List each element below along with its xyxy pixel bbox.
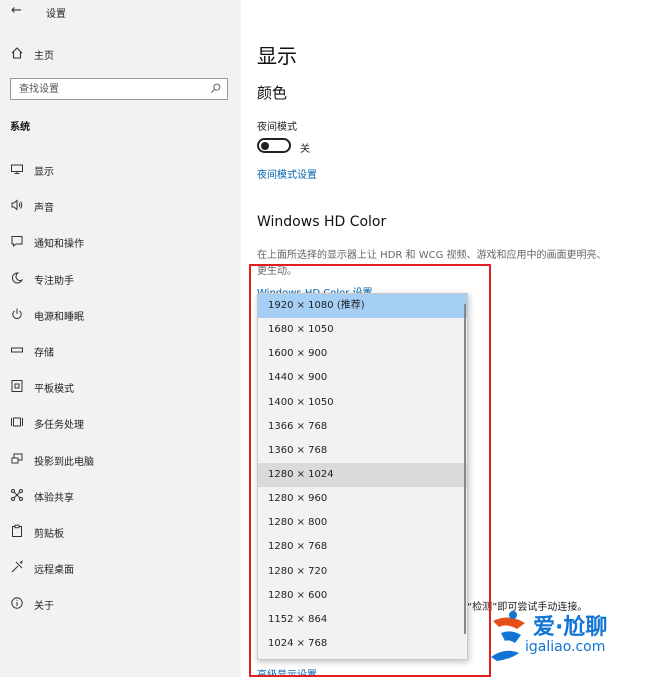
sidebar-item-label: 多任务处理 — [34, 420, 84, 432]
sidebar-item-home[interactable]: 主页 — [0, 42, 241, 64]
resolution-option[interactable]: 1280 × 800 — [258, 511, 467, 535]
sidebar-item-focus-assist[interactable]: 专注助手 — [0, 265, 241, 301]
sidebar-item-about[interactable]: 关于 — [0, 590, 241, 626]
notification-icon — [11, 236, 23, 248]
storage-icon — [11, 347, 23, 353]
moon-icon — [11, 272, 24, 284]
sidebar-item-project[interactable]: 投影到此电脑 — [0, 446, 241, 482]
sidebar: ← 设置 主页 系统 显示 声音 通知和操作 专注助手 — [0, 0, 241, 677]
resolution-option[interactable]: 1680 × 1050 — [258, 318, 467, 342]
night-mode-label: 夜间模式 — [257, 122, 297, 133]
watermark-domain: igaliao.com — [525, 639, 606, 655]
sidebar-item-label: 通知和操作 — [34, 239, 84, 251]
sidebar-item-label: 关于 — [34, 601, 54, 613]
advanced-display-settings-link[interactable]: 高级显示设置 — [257, 666, 317, 677]
color-heading: 颜色 — [257, 84, 288, 102]
back-arrow-icon[interactable]: ← — [11, 3, 22, 18]
dropdown-scrollbar[interactable] — [464, 304, 466, 634]
sidebar-item-shared-experiences[interactable]: 体验共享 — [0, 482, 241, 518]
watermark: 爱·尬聊 igaliao.com — [487, 607, 637, 669]
sidebar-item-label: 声音 — [34, 203, 54, 215]
night-mode-settings-link[interactable]: 夜间模式设置 — [257, 166, 317, 181]
sidebar-item-notifications[interactable]: 通知和操作 — [0, 228, 241, 264]
sidebar-nav: 显示 声音 通知和操作 专注助手 电源和睡眠 存储 平板模式 多任务处理 投影到… — [0, 156, 241, 626]
resolution-option[interactable]: 1920 × 1080 (推荐) — [258, 294, 467, 319]
search-input[interactable] — [11, 79, 201, 99]
multitask-icon — [11, 417, 23, 427]
sidebar-item-clipboard[interactable]: 剪贴板 — [0, 518, 241, 554]
monitor-icon — [11, 164, 23, 174]
home-icon — [11, 47, 23, 59]
sidebar-item-label: 体验共享 — [34, 492, 74, 504]
resolution-dropdown-list[interactable]: 1920 × 1080 (推荐) 1680 × 1050 1600 × 900 … — [257, 293, 468, 660]
title-bar: ← 设置 — [0, 0, 241, 24]
sidebar-item-label: 远程桌面 — [34, 565, 74, 577]
sidebar-item-tablet-mode[interactable]: 平板模式 — [0, 373, 241, 409]
sidebar-item-remote-desktop[interactable]: 远程桌面 — [0, 554, 241, 590]
search-icon[interactable] — [210, 83, 221, 94]
power-icon — [12, 308, 22, 319]
search-box[interactable] — [10, 78, 228, 100]
night-mode-state: 关 — [300, 144, 310, 155]
sidebar-item-label: 主页 — [34, 51, 54, 62]
sidebar-item-label: 存储 — [34, 347, 54, 359]
toggle-knob — [261, 141, 269, 150]
page-title: 显示 — [257, 44, 297, 68]
app-title: 设置 — [46, 9, 66, 20]
sidebar-item-multitasking[interactable]: 多任务处理 — [0, 409, 241, 445]
hd-color-heading: Windows HD Color — [257, 214, 387, 230]
resolution-option[interactable]: 1280 × 1024 — [258, 462, 467, 488]
sidebar-item-sound[interactable]: 声音 — [0, 192, 241, 228]
sidebar-item-label: 专注助手 — [34, 275, 74, 287]
sidebar-item-label: 显示 — [34, 167, 54, 178]
share-icon — [11, 488, 23, 501]
remote-desktop-icon — [11, 560, 24, 573]
sidebar-item-power[interactable]: 电源和睡眠 — [0, 301, 241, 337]
hd-color-description: 在上面所选择的显示器上让 HDR 和 WCG 视频、游戏和应用中的画面更明亮、更… — [257, 250, 607, 277]
resolution-option[interactable]: 1024 × 768 — [258, 632, 467, 656]
sidebar-item-label: 电源和睡眠 — [34, 311, 84, 323]
sidebar-item-label: 平板模式 — [34, 384, 74, 396]
resolution-option[interactable]: 1600 × 900 — [258, 342, 467, 366]
sidebar-item-display[interactable]: 显示 — [0, 156, 241, 192]
resolution-option[interactable]: 1360 × 768 — [258, 439, 467, 463]
project-icon — [11, 453, 23, 463]
resolution-option[interactable]: 1440 × 900 — [258, 366, 467, 390]
resolution-option[interactable]: 1400 × 1050 — [258, 391, 467, 415]
resolution-option[interactable]: 1152 × 864 — [258, 608, 467, 632]
info-icon — [11, 597, 23, 609]
resolution-option[interactable]: 1280 × 720 — [258, 560, 467, 584]
sidebar-item-label: 投影到此电脑 — [34, 456, 94, 468]
section-heading-system: 系统 — [10, 122, 30, 133]
speaker-icon — [11, 199, 23, 211]
resolution-option[interactable]: 1280 × 600 — [258, 584, 467, 608]
resolution-option[interactable]: 1280 × 960 — [258, 487, 467, 511]
tablet-icon — [11, 380, 23, 393]
sidebar-item-label: 剪贴板 — [34, 528, 64, 540]
clipboard-icon — [12, 524, 22, 537]
watermark-brand: 爱·尬聊 — [533, 615, 608, 640]
night-mode-toggle[interactable] — [257, 138, 291, 153]
resolution-option[interactable]: 1280 × 768 — [258, 535, 467, 559]
resolution-option[interactable]: 1366 × 768 — [258, 415, 467, 439]
sidebar-item-storage[interactable]: 存储 — [0, 337, 241, 373]
